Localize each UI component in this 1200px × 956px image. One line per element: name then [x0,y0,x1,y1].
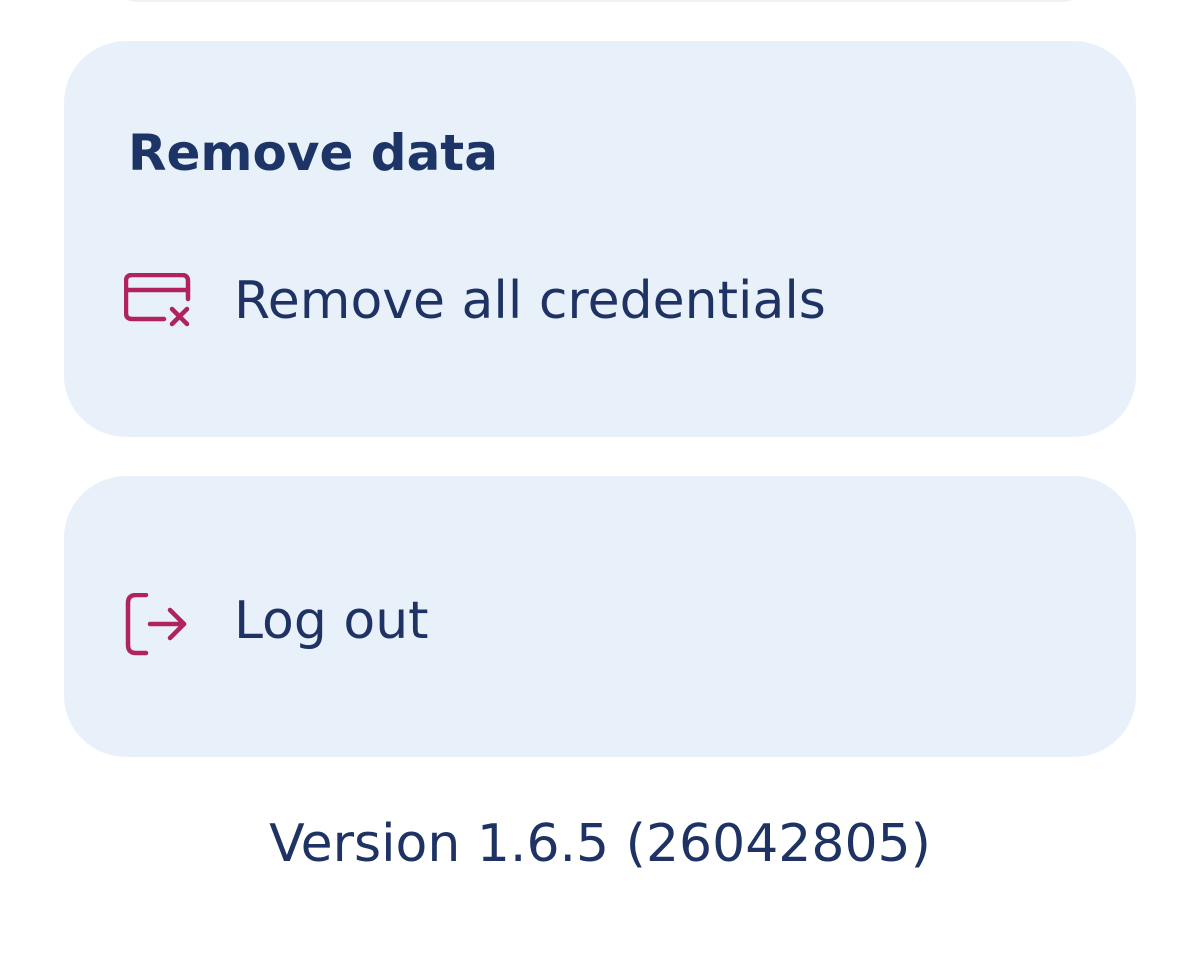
remove-all-credentials-button[interactable]: Remove all credentials [64,251,1136,351]
previous-card-edge [100,0,1100,2]
remove-all-credentials-label: Remove all credentials [234,271,826,331]
credential-remove-icon [124,273,196,329]
remove-data-card: Remove data Remove all credentials [64,41,1136,437]
logout-label: Log out [234,591,429,651]
logout-icon [124,593,196,656]
logout-card: Log out [64,476,1136,757]
app-version: Version 1.6.5 (26042805) [269,814,931,874]
logout-button[interactable]: Log out [64,571,1136,671]
remove-data-title: Remove data [128,124,498,182]
